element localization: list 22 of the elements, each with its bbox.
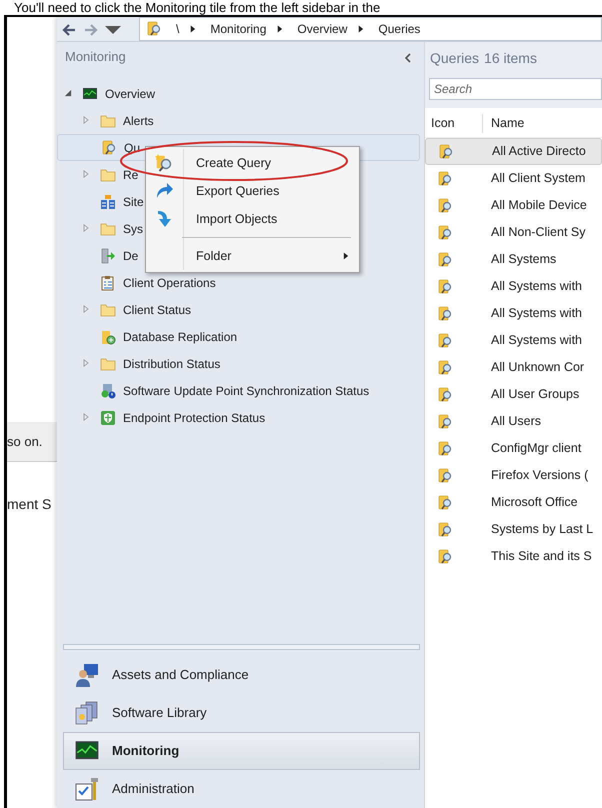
query-name: All User Groups <box>490 386 580 404</box>
query-name: All Systems <box>490 251 556 268</box>
page-text: so on. <box>7 432 42 451</box>
pane-title: Monitoring <box>65 48 126 66</box>
query-name: Microsoft Office <box>490 494 578 512</box>
query-name: All Non-Client Sy <box>490 224 586 242</box>
query-name: All Systems with <box>490 305 582 322</box>
pane-title: Queries <box>430 48 480 68</box>
query-name: Firefox Versions ( <box>490 467 588 484</box>
query-name: This Site and its S <box>490 548 592 566</box>
caption-text: You'll need to click the Monitoring tile from the left sidebar in the <box>13 0 382 15</box>
query-name: All Active Directo <box>491 143 586 160</box>
query-name: All Systems with <box>490 332 582 350</box>
query-name: All Mobile Device <box>490 197 587 214</box>
query-name: All Systems with <box>490 278 582 296</box>
query-name: Systems by Last L <box>490 521 594 538</box>
query-name: All Client System <box>490 170 586 188</box>
item-count: 16 items <box>484 48 537 68</box>
query-name: All Unknown Cor <box>490 359 584 376</box>
page-text: ment S <box>7 495 52 514</box>
query-name: All Users <box>490 413 542 430</box>
query-name: ConfigMgr client <box>490 440 582 458</box>
